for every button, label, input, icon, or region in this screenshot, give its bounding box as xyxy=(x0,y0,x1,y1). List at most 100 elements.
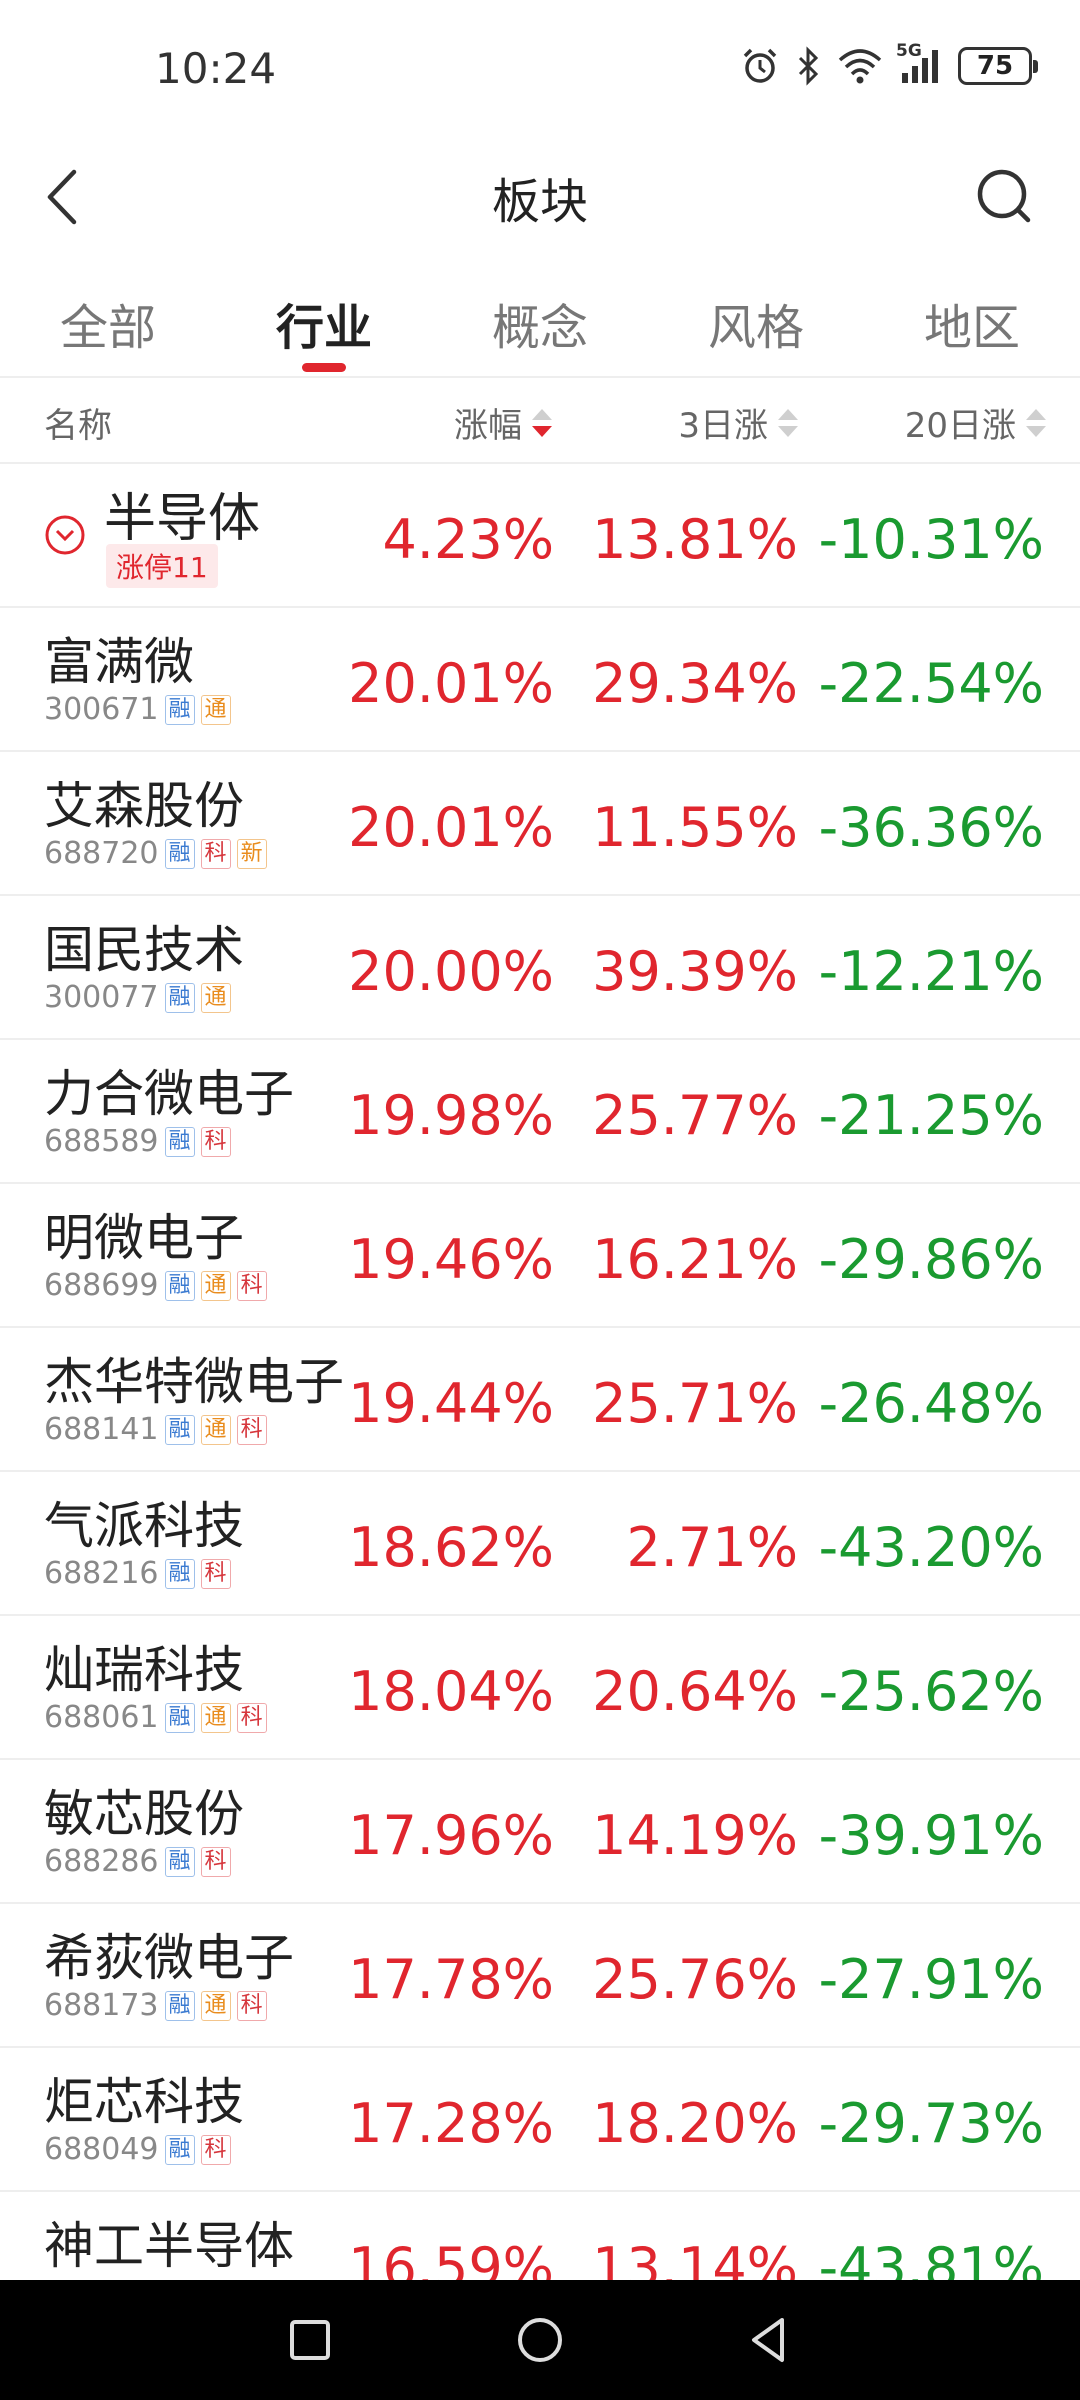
stock-change-20d: -25.62% xyxy=(818,1660,1044,1723)
stock-change-3d: 11.55% xyxy=(592,796,798,859)
back-nav-button[interactable] xyxy=(740,2310,800,2370)
stock-code-line: 688720 融科新 xyxy=(44,836,267,871)
stock-code-line: 688173 融通科 xyxy=(44,1988,267,2023)
stock-change-20d: -26.48% xyxy=(818,1372,1044,1435)
stock-tag: 通 xyxy=(200,1702,231,1733)
battery-level: 75 xyxy=(976,51,1014,81)
stock-tag: 融 xyxy=(164,1990,195,2021)
stock-code-line: 688049 融科 xyxy=(44,2132,231,2167)
stock-change-20d: -43.20% xyxy=(818,1516,1044,1579)
top-app-bar: 板块 xyxy=(0,140,1080,250)
stock-tag: 科 xyxy=(200,2134,231,2165)
search-button[interactable] xyxy=(970,162,1040,232)
stock-name: 炬芯科技 xyxy=(44,2073,244,2131)
status-bar: 10:24 5G 75 xyxy=(0,0,1080,140)
stock-change-3d: 18.20% xyxy=(592,2092,798,2155)
sort-desc-icon xyxy=(532,408,552,437)
recents-button[interactable] xyxy=(280,2310,340,2370)
stock-change-3d: 29.34% xyxy=(592,652,798,715)
stock-tag: 融 xyxy=(164,838,195,869)
stock-name: 气派科技 xyxy=(44,1497,244,1555)
stock-change-20d: -29.86% xyxy=(818,1228,1044,1291)
stock-row[interactable]: 炬芯科技 688049 融科 17.28% 18.20% -29.73% xyxy=(0,2048,1080,2192)
stock-change-20d: -29.73% xyxy=(818,2092,1044,2155)
stock-name: 艾森股份 xyxy=(44,777,244,835)
stock-code: 688141 xyxy=(44,1412,159,1447)
stock-change-20d: -12.21% xyxy=(818,940,1044,1003)
stock-row[interactable]: 国民技术 300077 融通 20.00% 39.39% -12.21% xyxy=(0,896,1080,1040)
stock-row[interactable]: 艾森股份 688720 融科新 20.01% 11.55% -36.36% xyxy=(0,752,1080,896)
tab-all[interactable]: 全部 xyxy=(0,270,216,376)
stock-change-20d: -36.36% xyxy=(818,796,1044,859)
sector-row[interactable]: 半导体 涨停11 4.23% 13.81% -10.31% xyxy=(0,464,1080,608)
stock-change-3d: 25.71% xyxy=(592,1372,798,1435)
status-time: 10:24 xyxy=(155,44,277,93)
stock-row[interactable]: 希荻微电子 688173 融通科 17.78% 25.76% -27.91% xyxy=(0,1904,1080,2048)
column-20d-change: 20日涨 xyxy=(904,406,1016,446)
stock-tag: 融 xyxy=(164,1558,195,1589)
stock-tag: 科 xyxy=(236,1702,267,1733)
stock-row[interactable]: 气派科技 688216 融科 18.62% 2.71% -43.20% xyxy=(0,1472,1080,1616)
tab-style[interactable]: 风格 xyxy=(648,270,864,376)
stock-name: 富满微 xyxy=(44,633,194,691)
stock-code: 300077 xyxy=(44,980,159,1015)
column-change-sort[interactable]: 涨幅 xyxy=(454,398,552,447)
stock-change: 19.46% xyxy=(348,1228,554,1291)
stock-change: 20.00% xyxy=(348,940,554,1003)
sort-icon xyxy=(1026,408,1046,437)
stock-tag: 科 xyxy=(200,1126,231,1157)
stock-change: 19.44% xyxy=(348,1372,554,1435)
network-type-label: 5G xyxy=(896,41,922,61)
stock-change-3d: 14.19% xyxy=(592,1804,798,1867)
stock-row[interactable]: 敏芯股份 688286 融科 17.96% 14.19% -39.91% xyxy=(0,1760,1080,1904)
stock-code-line: 688216 融科 xyxy=(44,1556,231,1591)
stock-name: 希荻微电子 xyxy=(44,1929,294,1987)
stock-row[interactable]: 富满微 300671 融通 20.01% 29.34% -22.54% xyxy=(0,608,1080,752)
stock-row[interactable]: 明微电子 688699 融通科 19.46% 16.21% -29.86% xyxy=(0,1184,1080,1328)
stock-change-3d: 2.71% xyxy=(626,1516,798,1579)
stock-tag: 通 xyxy=(200,694,231,725)
stock-change-3d: 16.21% xyxy=(592,1228,798,1291)
stock-tag: 科 xyxy=(200,838,231,869)
stock-change-3d: 39.39% xyxy=(592,940,798,1003)
collapse-chevron-icon[interactable] xyxy=(44,514,86,556)
stock-tag: 通 xyxy=(200,1270,231,1301)
stock-name: 敏芯股份 xyxy=(44,1785,244,1843)
tab-concept[interactable]: 概念 xyxy=(432,270,648,376)
stock-change: 18.04% xyxy=(348,1660,554,1723)
stock-name: 神工半导体 xyxy=(44,2217,294,2275)
stock-change: 17.28% xyxy=(348,2092,554,2155)
stock-code-line: 688061 融通科 xyxy=(44,1700,267,1735)
column-3d-sort[interactable]: 3日涨 xyxy=(678,398,798,447)
status-icons: 5G 75 xyxy=(740,41,1038,86)
stock-name: 力合微电子 xyxy=(44,1065,294,1123)
stock-change-3d: 25.77% xyxy=(592,1084,798,1147)
home-button[interactable] xyxy=(510,2310,570,2370)
stock-tag: 融 xyxy=(164,1414,195,1445)
stock-code: 688720 xyxy=(44,836,159,871)
stock-name: 灿瑞科技 xyxy=(44,1641,244,1699)
wifi-icon xyxy=(838,48,882,84)
stock-tag: 融 xyxy=(164,1126,195,1157)
stock-tag: 科 xyxy=(200,1846,231,1877)
stock-tag: 融 xyxy=(164,982,195,1013)
stock-row[interactable]: 杰华特微电子 688141 融通科 19.44% 25.71% -26.48% xyxy=(0,1328,1080,1472)
stock-change-20d: -39.91% xyxy=(818,1804,1044,1867)
stock-tag: 通 xyxy=(200,1990,231,2021)
stock-row[interactable]: 灿瑞科技 688061 融通科 18.04% 20.64% -25.62% xyxy=(0,1616,1080,1760)
table-header: 名称 涨幅 3日涨 20日涨 xyxy=(0,378,1080,464)
stock-code-line: 300077 融通 xyxy=(44,980,231,1015)
stock-change: 20.01% xyxy=(348,796,554,859)
stock-change: 18.62% xyxy=(348,1516,554,1579)
column-change: 涨幅 xyxy=(454,406,522,446)
stock-tag: 融 xyxy=(164,694,195,725)
tab-region[interactable]: 地区 xyxy=(864,270,1080,376)
column-20d-sort[interactable]: 20日涨 xyxy=(905,398,1046,447)
search-icon xyxy=(977,169,1031,223)
stock-tag: 科 xyxy=(236,1990,267,2021)
page-title: 板块 xyxy=(491,174,588,230)
tab-industry[interactable]: 行业 xyxy=(216,270,432,376)
stock-code: 688699 xyxy=(44,1268,159,1303)
stock-code: 688216 xyxy=(44,1556,159,1591)
stock-row[interactable]: 力合微电子 688589 融科 19.98% 25.77% -21.25% xyxy=(0,1040,1080,1184)
